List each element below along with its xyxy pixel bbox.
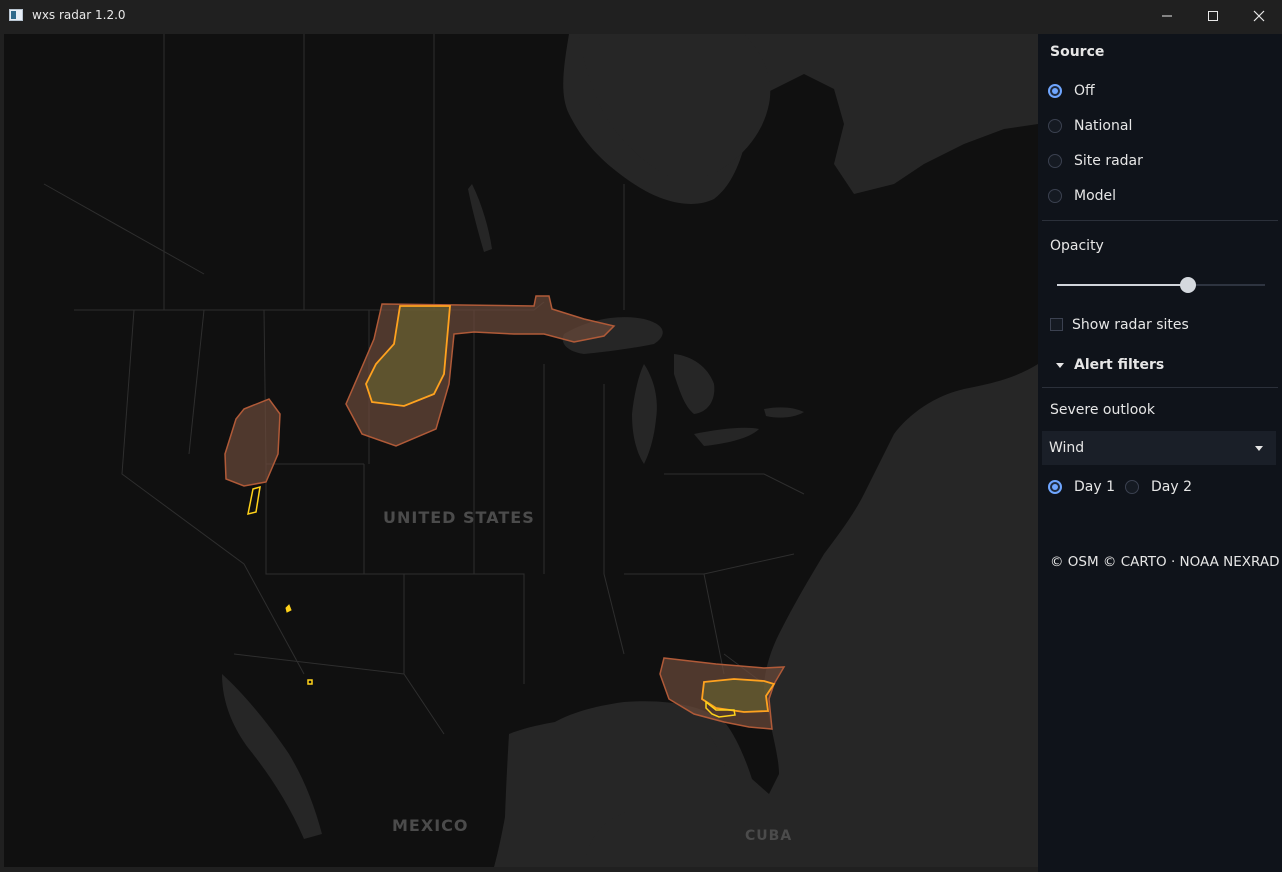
radio-indicator [1048, 480, 1062, 494]
radio-indicator [1048, 154, 1062, 168]
radio-source-off[interactable]: Off [1048, 81, 1095, 101]
map-label-cuba: CUBA [745, 828, 793, 844]
map-label-united-states: UNITED STATES [383, 508, 535, 527]
opacity-slider-handle[interactable] [1180, 277, 1197, 293]
divider [1042, 387, 1278, 388]
maximize-icon [1208, 11, 1218, 21]
alert-filters-header[interactable]: Alert filters [1074, 357, 1164, 373]
radio-day-1[interactable]: Day 1 [1048, 477, 1115, 497]
radio-label: Model [1074, 188, 1117, 204]
chevron-down-icon[interactable] [1056, 363, 1064, 368]
severe-outlook-label: Severe outlook [1050, 402, 1155, 418]
map-label-mexico: MEXICO [392, 816, 469, 835]
minimize-button[interactable] [1144, 0, 1190, 32]
radio-label: National [1074, 118, 1133, 134]
dropdown-value: Wind [1049, 440, 1085, 456]
show-radar-sites-checkbox[interactable] [1050, 318, 1063, 331]
map-view[interactable]: UNITED STATES MEXICO CUBA [4, 34, 1038, 867]
source-title: Source [1050, 44, 1105, 60]
radio-label: Site radar [1074, 153, 1143, 169]
opacity-label: Opacity [1050, 238, 1104, 254]
divider [1042, 220, 1278, 221]
radio-label: Day 2 [1151, 479, 1193, 495]
severe-outlook-dropdown[interactable]: Wind [1042, 431, 1276, 465]
window-title: wxs radar 1.2.0 [32, 8, 126, 22]
maximize-button[interactable] [1190, 0, 1236, 32]
opacity-slider-fill [1057, 284, 1189, 286]
radio-indicator [1125, 480, 1139, 494]
radio-label: Day 1 [1074, 479, 1116, 495]
radio-label: Off [1074, 83, 1095, 99]
radio-source-site-radar[interactable]: Site radar [1048, 151, 1143, 171]
radio-indicator [1048, 119, 1062, 133]
map-attribution: © OSM © CARTO · NOAA NEXRAD [1050, 554, 1280, 570]
close-icon [1253, 10, 1265, 22]
radio-day-2[interactable]: Day 2 [1125, 477, 1192, 497]
close-button[interactable] [1236, 0, 1282, 32]
radio-source-national[interactable]: National [1048, 116, 1132, 136]
radio-indicator [1048, 189, 1062, 203]
radio-indicator [1048, 84, 1062, 98]
show-radar-sites-label: Show radar sites [1072, 317, 1189, 333]
basemap [4, 34, 1038, 867]
radio-source-model[interactable]: Model [1048, 186, 1116, 206]
title-bar: wxs radar 1.2.0 [0, 0, 1282, 32]
caret-down-icon [1255, 446, 1263, 451]
minimize-icon [1162, 15, 1172, 17]
app-icon [9, 9, 23, 21]
control-panel: Source Off National Site radar Model Opa… [1038, 34, 1282, 872]
